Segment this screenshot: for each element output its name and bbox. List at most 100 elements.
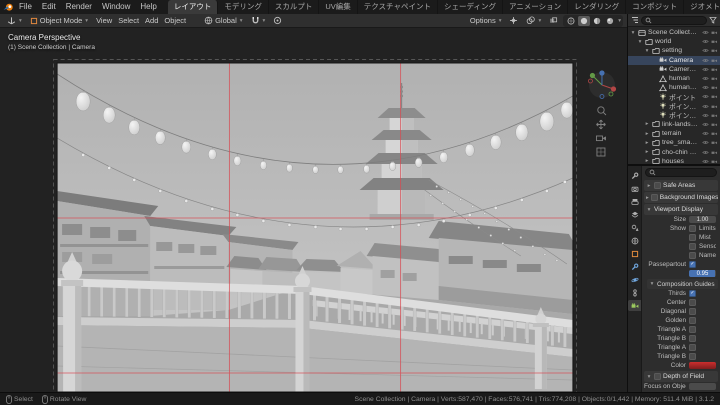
disclosure-toggle[interactable]: ▸ bbox=[644, 140, 650, 146]
disable-in-render-icon[interactable] bbox=[711, 57, 718, 64]
hide-in-viewport-icon[interactable] bbox=[702, 75, 709, 82]
filter-icon[interactable] bbox=[709, 16, 717, 24]
disclosure-toggle[interactable]: ▾ bbox=[649, 281, 655, 287]
hide-in-viewport-icon[interactable] bbox=[702, 66, 709, 73]
outliner-row-houses[interactable]: ▸ houses bbox=[628, 157, 720, 164]
outliner-search[interactable] bbox=[641, 15, 707, 25]
properties-tab-render[interactable] bbox=[628, 183, 641, 194]
blender-logo-icon[interactable] bbox=[3, 0, 14, 14]
hide-in-viewport-icon[interactable] bbox=[702, 38, 709, 45]
disclosure-toggle[interactable]: ▾ bbox=[630, 30, 636, 36]
disable-in-render-icon[interactable] bbox=[711, 29, 718, 36]
viewport-menu-select[interactable]: Select bbox=[115, 16, 142, 25]
menu-window[interactable]: Window bbox=[97, 0, 135, 14]
sensor-checkbox[interactable] bbox=[689, 243, 696, 250]
disable-in-render-icon[interactable] bbox=[711, 121, 718, 128]
hide-in-viewport-icon[interactable] bbox=[702, 93, 709, 100]
outliner-row-human[interactable]: human bbox=[628, 74, 720, 83]
disable-in-render-icon[interactable] bbox=[711, 93, 718, 100]
disable-in-render-icon[interactable] bbox=[711, 149, 718, 156]
outliner-row-link-landscape[interactable]: ▸ link-landscape bbox=[628, 120, 720, 129]
workspace-tab-4[interactable]: UV編集 bbox=[319, 0, 358, 14]
disable-in-render-icon[interactable] bbox=[711, 103, 718, 110]
hide-in-viewport-icon[interactable] bbox=[702, 149, 709, 156]
mode-selector[interactable]: Object Mode ▾ bbox=[27, 16, 91, 25]
properties-search[interactable] bbox=[645, 168, 717, 177]
workspace-tab-7[interactable]: アニメーション bbox=[503, 0, 569, 14]
hide-in-viewport-icon[interactable] bbox=[702, 29, 709, 36]
properties-tab-object-data[interactable] bbox=[628, 300, 641, 311]
panel-header-composition-guides[interactable]: ▾ Composition Guides bbox=[647, 279, 718, 289]
properties-tab-scene[interactable] bbox=[628, 222, 641, 233]
editor-type-button[interactable]: ▾ bbox=[4, 16, 25, 25]
panel-header-safe-areas[interactable]: ▸ Safe Areas bbox=[644, 180, 718, 191]
disclosure-toggle[interactable]: ▾ bbox=[646, 374, 652, 380]
outliner-row-camera-001[interactable]: Camera.001 bbox=[628, 65, 720, 74]
proportional-editing-toggle[interactable] bbox=[270, 16, 285, 25]
disclosure-toggle[interactable]: ▾ bbox=[637, 39, 643, 45]
disable-in-render-icon[interactable] bbox=[711, 75, 718, 82]
disclosure-toggle[interactable]: ▸ bbox=[646, 195, 649, 201]
passepartout-checkbox[interactable]: ✓ bbox=[689, 261, 696, 268]
outliner-row-tree-small-01[interactable]: ▸ tree_small_01 bbox=[628, 138, 720, 147]
disclosure-toggle[interactable]: ▸ bbox=[644, 121, 650, 127]
properties-tab-world[interactable] bbox=[628, 235, 641, 246]
size-field[interactable]: 1.00 bbox=[689, 215, 716, 224]
triangle-b-checkbox[interactable] bbox=[689, 335, 696, 342]
passepartout-slider[interactable]: 0.95 bbox=[689, 269, 716, 278]
shading-rendered-button[interactable] bbox=[604, 16, 616, 26]
properties-tab-modifiers[interactable] bbox=[628, 261, 641, 272]
properties-tab-tool[interactable] bbox=[628, 170, 641, 181]
hide-in-viewport-icon[interactable] bbox=[702, 112, 709, 119]
disable-in-render-icon[interactable] bbox=[711, 47, 718, 54]
disclosure-toggle[interactable]: ▸ bbox=[646, 183, 652, 189]
viewport-menu-object[interactable]: Object bbox=[161, 16, 189, 25]
properties-tab-output[interactable] bbox=[628, 196, 641, 207]
viewport-menu-view[interactable]: View bbox=[93, 16, 115, 25]
triangle-a-checkbox[interactable] bbox=[689, 326, 696, 333]
outliner-search-input[interactable] bbox=[654, 16, 703, 24]
diagonal-checkbox[interactable] bbox=[689, 308, 696, 315]
options-menu[interactable]: Options ▾ bbox=[467, 16, 505, 25]
shading-wireframe-button[interactable] bbox=[565, 16, 577, 26]
properties-tab-object[interactable] bbox=[628, 248, 641, 259]
disclosure-toggle[interactable]: ▸ bbox=[644, 149, 650, 155]
name-checkbox[interactable] bbox=[689, 252, 696, 259]
disclosure-toggle[interactable]: ▾ bbox=[644, 48, 650, 54]
panel-header-depth-of-field[interactable]: ▾ Depth of Field bbox=[644, 371, 718, 382]
disclosure-toggle[interactable]: ▸ bbox=[644, 131, 650, 137]
panel-header-background-images[interactable]: ▸ Background Images bbox=[644, 192, 718, 203]
background-images-enable-checkbox[interactable] bbox=[650, 194, 658, 201]
workspace-tab-2[interactable]: モデリング bbox=[218, 0, 269, 14]
triangle-b-checkbox[interactable] bbox=[689, 353, 696, 360]
menu-edit[interactable]: Edit bbox=[37, 0, 61, 14]
disable-in-render-icon[interactable] bbox=[711, 38, 718, 45]
outliner-row-terrain[interactable]: ▸ terrain bbox=[628, 129, 720, 138]
workspace-tab-9[interactable]: コンポジット bbox=[626, 0, 685, 14]
disable-in-render-icon[interactable] bbox=[711, 112, 718, 119]
workspace-tab-8[interactable]: レンダリング bbox=[568, 0, 627, 14]
hide-in-viewport-icon[interactable] bbox=[702, 47, 709, 54]
limits-checkbox[interactable] bbox=[689, 225, 696, 232]
hide-in-viewport-icon[interactable] bbox=[702, 103, 709, 110]
shading-solid-button[interactable] bbox=[578, 15, 591, 26]
disable-in-render-icon[interactable] bbox=[711, 139, 718, 146]
menu-help[interactable]: Help bbox=[135, 0, 161, 14]
outliner-row-cho-chin-cable[interactable]: ▸ cho-chin cable bbox=[628, 147, 720, 156]
outliner-row-camera[interactable]: Camera bbox=[628, 55, 720, 65]
menu-file[interactable]: File bbox=[14, 0, 37, 14]
focus-on-object-field[interactable] bbox=[689, 382, 716, 391]
properties-tab-physics[interactable] bbox=[628, 274, 641, 285]
disable-in-render-icon[interactable] bbox=[711, 130, 718, 137]
transform-orientation[interactable]: Global ▾ bbox=[201, 16, 245, 25]
workspace-tab-10[interactable]: ジオメトリノード bbox=[684, 0, 720, 14]
disclosure-toggle[interactable]: ▾ bbox=[646, 207, 652, 213]
hide-in-viewport-icon[interactable] bbox=[702, 158, 709, 164]
hide-in-viewport-icon[interactable] bbox=[702, 84, 709, 91]
xray-toggle[interactable] bbox=[546, 16, 561, 25]
properties-tab-constraints[interactable] bbox=[628, 287, 641, 298]
outliner-row-scene-collection[interactable]: ▾ Scene Collection bbox=[628, 28, 720, 37]
panel-header-viewport-display[interactable]: ▾ Viewport Display bbox=[644, 204, 718, 215]
shading-material-button[interactable] bbox=[591, 16, 603, 26]
workspace-tab-1[interactable]: レイアウト bbox=[167, 0, 219, 14]
